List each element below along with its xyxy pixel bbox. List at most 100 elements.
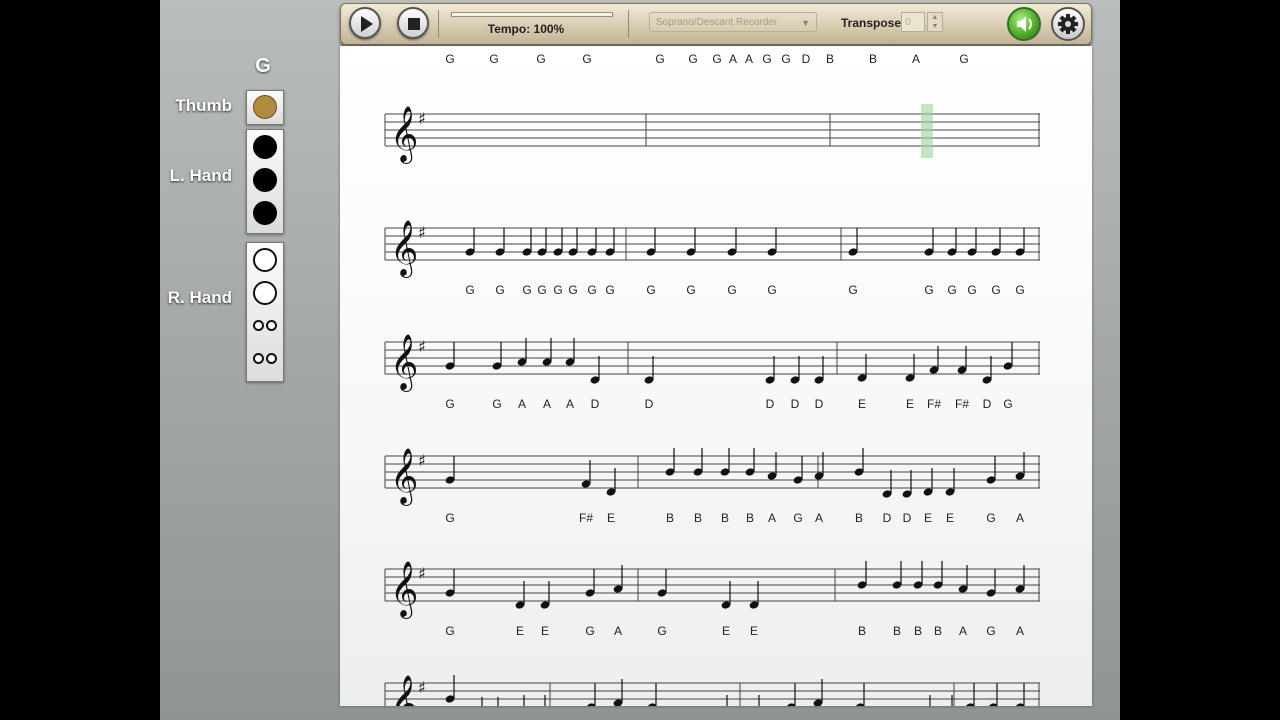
note-letter: G (688, 52, 697, 66)
staff-notation: 𝄞 ♯𝄞 ♯G G G G G G G G G G G G G G G G G G𝄞 ♯G G A A A D D D D D E E F# F#… (384, 52, 1040, 706)
toolbar-divider (438, 10, 439, 38)
treble-clef-icon: 𝄞 (390, 220, 418, 278)
note-letter: G (605, 283, 614, 297)
note-letter: G (536, 52, 545, 66)
note-letter: B (666, 511, 674, 525)
right-hand-label: R. Hand (167, 288, 232, 307)
key-sharp-icon: ♯ (418, 564, 426, 583)
note-letter: E (722, 624, 730, 638)
note-letter: G (727, 283, 736, 297)
note-letter: G (655, 52, 664, 66)
right-hole-1 (253, 248, 277, 272)
note-letter: E (946, 511, 954, 525)
thumb-label: Thumb (175, 96, 232, 115)
note-letter: B (721, 511, 729, 525)
current-note-highlight (921, 104, 933, 158)
note-letter: E (858, 397, 866, 411)
note-letter: B (694, 511, 702, 525)
treble-clef-icon: 𝄞 (390, 561, 418, 619)
note-letter: F# (927, 397, 941, 411)
note-letter: G (568, 283, 577, 297)
note-letter: A (768, 511, 776, 525)
transpose-input[interactable]: 0 (901, 12, 925, 32)
right-hand-hole-box (246, 242, 284, 382)
stop-button[interactable] (397, 7, 429, 39)
instrument-selected-value: Soprano/Descant Recorder (656, 17, 778, 28)
note-letter: F# (955, 397, 969, 411)
current-note-label: G (255, 55, 271, 77)
volume-button[interactable] (1007, 7, 1041, 41)
play-button[interactable] (349, 7, 381, 39)
play-icon (361, 16, 373, 32)
note-letter: G (492, 397, 501, 411)
key-sharp-icon: ♯ (418, 337, 426, 356)
note-letter: A (1016, 624, 1024, 638)
note-letter: A (1016, 511, 1024, 525)
note-letter: F# (579, 511, 593, 525)
note-letter: G (781, 52, 790, 66)
note-letter: A (815, 511, 823, 525)
note-letter: G (587, 283, 596, 297)
left-hand-label: L. Hand (169, 166, 232, 185)
note-letter: B (855, 511, 863, 525)
note-letter: G (522, 283, 531, 297)
note-letter: D (791, 397, 800, 411)
note-letter: B (934, 624, 942, 638)
treble-clef-icon: 𝄞 (390, 334, 418, 392)
note-letter: G (585, 624, 594, 638)
note-letter: A (912, 52, 920, 66)
note-letter: G (986, 511, 995, 525)
settings-button[interactable] (1051, 7, 1085, 41)
note-letter: G (465, 283, 474, 297)
note-letter: E (750, 624, 758, 638)
note-letter: G (762, 52, 771, 66)
note-letter: A (729, 52, 737, 66)
note-letter: G (848, 283, 857, 297)
sheet-music[interactable]: 𝄞 ♯ 𝄞 ♯ G G G G G G G G G G G G G G G G G G 𝄞 ♯ G G A A A D D D D D E E F# F#… (340, 46, 1092, 706)
key-sharp-icon: ♯ (418, 678, 426, 697)
right-hole-3-double (253, 319, 279, 333)
fingering-chart: G Thumb L. Hand R. Hand (160, 0, 330, 720)
note-letter: B (746, 511, 754, 525)
instrument-select[interactable]: Soprano/Descant Recorder ▼ (649, 12, 817, 32)
note-letter: G (445, 397, 454, 411)
note-letter: G (967, 283, 976, 297)
note-letter: A (566, 397, 574, 411)
note-letter: G (489, 52, 498, 66)
note-letter: G (646, 283, 655, 297)
note-letter: G (924, 283, 933, 297)
transpose-stepper[interactable]: ▲ ▼ (927, 12, 943, 32)
note-letter: D (591, 397, 600, 411)
toolbar-divider (628, 10, 629, 38)
thumb-hole-box (246, 90, 284, 125)
chevron-down-icon: ▼ (801, 18, 810, 28)
key-sharp-icon: ♯ (418, 451, 426, 470)
key-sharp-icon: ♯ (418, 109, 426, 128)
note-letter: D (883, 511, 892, 525)
note-letter: E (607, 511, 615, 525)
note-letter: B (869, 52, 877, 66)
tempo-slider[interactable] (451, 12, 613, 17)
note-letter: E (516, 624, 524, 638)
treble-clef-icon: 𝄞 (390, 106, 418, 164)
playback-toolbar: Tempo: 100% Soprano/Descant Recorder ▼ T… (340, 3, 1092, 45)
note-letter: B (826, 52, 834, 66)
note-letter: G (947, 283, 956, 297)
note-letter: E (906, 397, 914, 411)
note-letter: G (1003, 397, 1012, 411)
note-letter: G (793, 511, 802, 525)
left-hole-2 (253, 168, 277, 192)
note-letter: A (614, 624, 622, 638)
note-letter: G (767, 283, 776, 297)
left-hand-hole-box (246, 129, 284, 234)
note-letter: A (745, 52, 753, 66)
note-letter: E (924, 511, 932, 525)
note-letter: G (445, 52, 454, 66)
tempo-label: Tempo: 100% (487, 22, 565, 36)
treble-clef-icon: 𝄞 (390, 448, 418, 506)
note-letter: D (815, 397, 824, 411)
note-letter: A (543, 397, 551, 411)
treble-clef-icon: 𝄞 (390, 675, 418, 706)
gear-icon (1058, 14, 1078, 34)
speaker-icon (1017, 16, 1032, 32)
